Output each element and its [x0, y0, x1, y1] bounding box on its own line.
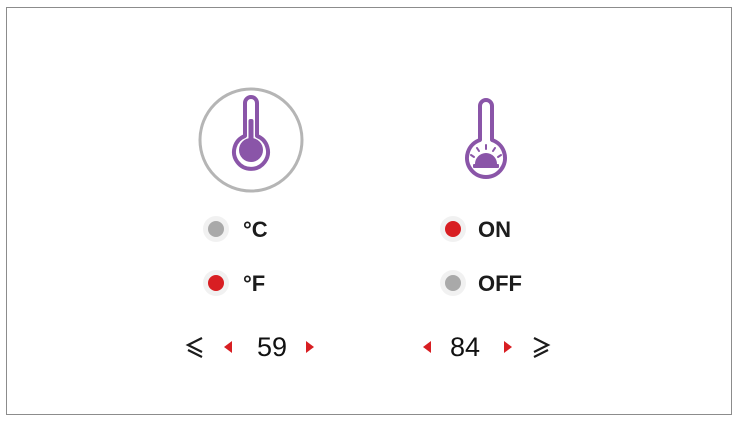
- decrease-high-threshold-arrow-icon[interactable]: [419, 337, 435, 357]
- temperature-settings-panel: [6, 7, 732, 415]
- celsius-label: °C: [243, 217, 268, 242]
- less-or-equal-icon[interactable]: [184, 333, 206, 361]
- fahrenheit-label: °F: [243, 271, 266, 296]
- alarm-off-label: OFF: [478, 271, 522, 296]
- greater-or-equal-icon[interactable]: [530, 333, 552, 361]
- fahrenheit-radio[interactable]: [203, 270, 229, 296]
- decrease-low-threshold-arrow-icon[interactable]: [220, 337, 236, 357]
- low-threshold-value: 59: [256, 332, 288, 362]
- thermometer-alarm-icon: [458, 96, 514, 180]
- alarm-on-label: ON: [478, 217, 511, 242]
- high-threshold-value: 84: [449, 332, 481, 362]
- alarm-on-radio[interactable]: [440, 216, 466, 242]
- alarm-off-radio[interactable]: [440, 270, 466, 296]
- increase-low-threshold-arrow-icon[interactable]: [302, 337, 318, 357]
- thermometer-icon: [196, 85, 306, 195]
- celsius-radio[interactable]: [203, 216, 229, 242]
- increase-high-threshold-arrow-icon[interactable]: [500, 337, 516, 357]
